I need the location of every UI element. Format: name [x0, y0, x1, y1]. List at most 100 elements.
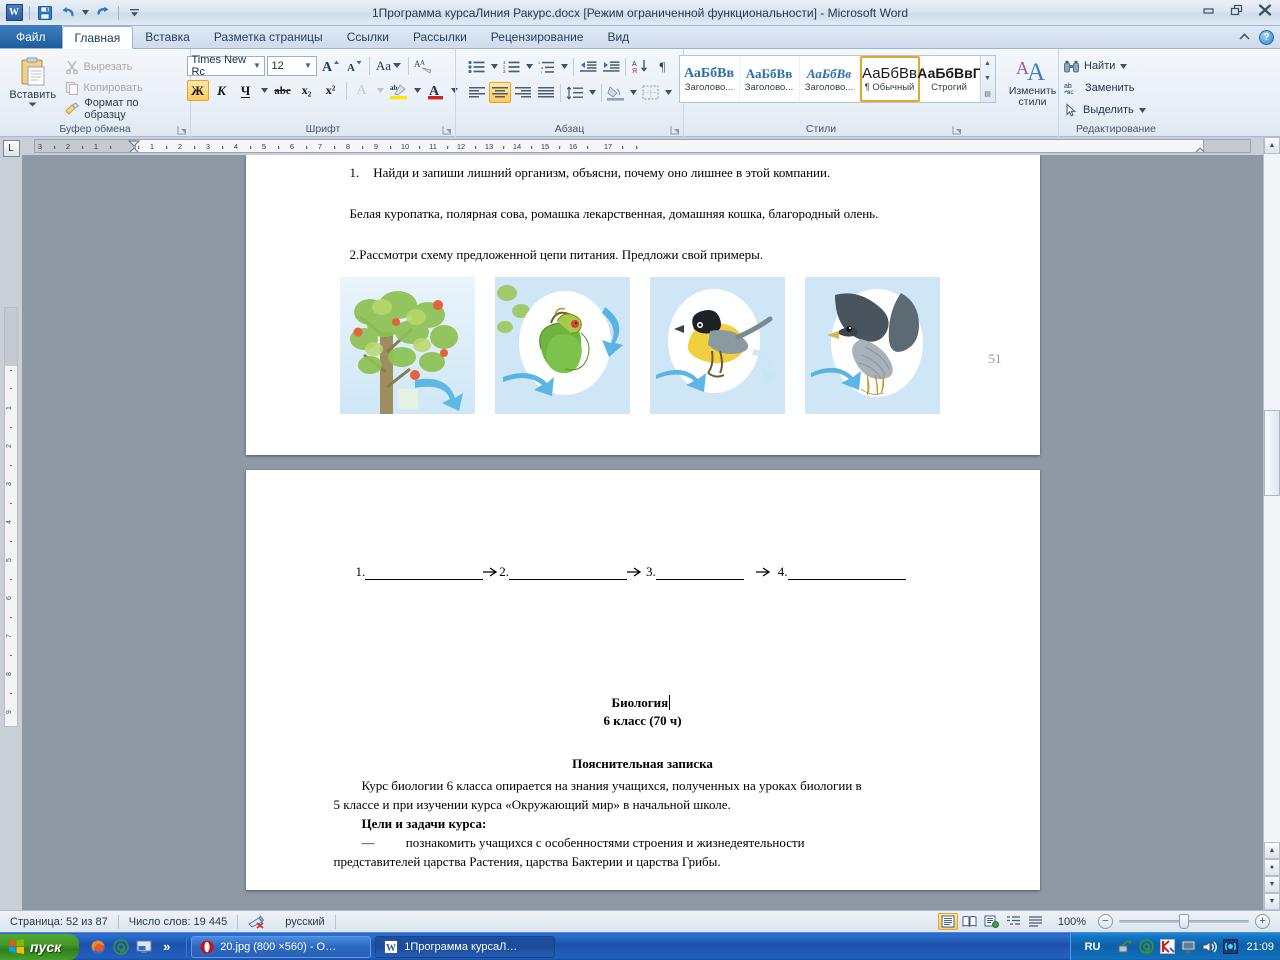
italic-button[interactable]: К — [211, 80, 233, 101]
format-painter-button[interactable]: Формат по образцу — [62, 97, 185, 121]
decrease-indent-button[interactable] — [577, 56, 599, 77]
bullets-button[interactable] — [466, 56, 488, 77]
underline-button[interactable]: Ч — [235, 80, 257, 101]
word-count[interactable]: Число слов: 19 445 — [119, 911, 237, 933]
chain-blank-2-line[interactable] — [509, 566, 627, 580]
print-layout-view-button[interactable] — [937, 913, 958, 930]
highlight-button[interactable]: ab — [388, 80, 410, 101]
kaspersky-icon[interactable] — [1159, 939, 1175, 955]
cut-button[interactable]: Вырезать — [62, 58, 185, 76]
more-chevron-icon[interactable]: » — [158, 938, 175, 955]
style-item-normal[interactable]: АаБбВв ¶ Обычный — [859, 56, 920, 102]
falcon-image[interactable] — [804, 277, 940, 414]
paste-button[interactable]: Вставить — [5, 54, 60, 118]
scrollbar-thumb[interactable] — [1264, 410, 1280, 496]
styles-gallery-scroll[interactable]: ▲ ▼ ▤ — [979, 56, 995, 102]
browse-previous-button[interactable]: ▲ — [1264, 842, 1280, 859]
bold-button[interactable]: Ж — [186, 80, 209, 101]
help-icon[interactable]: ? — [1259, 30, 1274, 45]
chain-blank-4-line[interactable] — [787, 566, 906, 580]
clipboard-dialog-launcher-icon[interactable] — [177, 125, 188, 136]
tab-stop-selector[interactable]: L — [2, 140, 20, 157]
styles-more-icon[interactable]: ▤ — [981, 87, 995, 102]
numbering-button[interactable]: 1 2 3 — [501, 56, 523, 77]
line-spacing-dropdown-icon[interactable] — [587, 82, 598, 103]
language-indicator[interactable]: русский — [275, 911, 334, 933]
chain-blank-3-line[interactable] — [655, 566, 744, 580]
tab-page-layout[interactable]: Разметка страницы — [202, 26, 335, 48]
collapse-ribbon-icon[interactable] — [1238, 32, 1251, 44]
align-right-button[interactable] — [512, 82, 534, 103]
font-dialog-launcher-icon[interactable] — [442, 125, 453, 136]
right-indent-marker[interactable] — [1192, 144, 1212, 153]
undo-dropdown-icon[interactable] — [81, 3, 90, 23]
draft-view-button[interactable] — [1026, 913, 1046, 930]
wifi-icon[interactable] — [1222, 939, 1238, 955]
zoom-slider-handle[interactable] — [1179, 914, 1189, 929]
tab-home[interactable]: Главная — [61, 26, 134, 49]
font-name-combo[interactable]: Times New Rc ▼ — [186, 54, 265, 78]
minimize-button[interactable] — [1198, 2, 1220, 18]
shading-button[interactable] — [605, 82, 627, 103]
underline-dropdown-icon[interactable] — [259, 80, 270, 101]
zoom-level[interactable]: 100% — [1052, 911, 1092, 933]
tab-file[interactable]: Файл — [0, 25, 62, 48]
strikethrough-button[interactable]: abc — [272, 80, 294, 101]
styles-scroll-up-icon[interactable]: ▲ — [981, 56, 995, 71]
redo-icon[interactable] — [93, 3, 113, 23]
shrink-font-button[interactable]: A — [343, 55, 365, 76]
tab-view[interactable]: Вид — [595, 26, 641, 48]
style-item-heading1[interactable]: АаБбВв Заголово... — [680, 56, 740, 102]
taskbar-item-opera[interactable]: 20.jpg (800 ×560) - O… — [191, 935, 372, 958]
line-spacing-button[interactable] — [564, 82, 586, 103]
zoom-slider[interactable] — [1119, 914, 1249, 929]
find-button[interactable]: Найти — [1064, 56, 1128, 76]
style-item-strong[interactable]: АаБбВвГ Строгий — [917, 56, 981, 102]
shading-dropdown-icon[interactable] — [628, 82, 639, 103]
zoom-in-button[interactable]: + — [1255, 914, 1270, 929]
browse-next-button[interactable]: ▼ — [1264, 876, 1280, 893]
scrollbar-track[interactable] — [1264, 154, 1280, 842]
tab-review[interactable]: Рецензирование — [479, 26, 596, 48]
start-button[interactable]: пуск — [0, 933, 80, 960]
horizontal-ruler[interactable]: 321 123 456 789 10 11 12 13 14 15 16 17 — [34, 139, 1251, 153]
change-case-button[interactable]: Aa — [374, 55, 404, 76]
text-effects-dropdown-icon[interactable] — [375, 80, 386, 101]
outline-view-button[interactable] — [1004, 913, 1024, 930]
justify-button[interactable] — [535, 82, 557, 103]
align-center-button[interactable] — [488, 82, 511, 103]
show-desktop-icon[interactable] — [135, 938, 152, 955]
styles-scroll-down-icon[interactable]: ▼ — [981, 71, 995, 86]
styles-dialog-launcher-icon[interactable] — [952, 125, 963, 136]
numbering-dropdown-icon[interactable] — [524, 56, 535, 77]
language-bar[interactable]: RU — [1079, 940, 1107, 954]
font-color-button[interactable]: A — [425, 80, 447, 101]
tab-mailings[interactable]: Рассылки — [401, 26, 479, 48]
scroll-down-button[interactable]: ▼ — [1264, 893, 1280, 910]
text-effects-button[interactable]: A — [351, 80, 373, 101]
bullets-dropdown-icon[interactable] — [489, 56, 500, 77]
align-left-button[interactable] — [466, 82, 488, 103]
opera-mail-tray-icon[interactable] — [1138, 939, 1154, 955]
font-size-combo[interactable]: 12 ▼ — [266, 55, 317, 76]
increase-indent-button[interactable] — [600, 56, 622, 77]
proofing-status[interactable] — [238, 911, 275, 933]
clear-formatting-button[interactable]: A A — [413, 55, 435, 76]
volume-icon[interactable] — [1201, 939, 1217, 955]
superscript-button[interactable]: x² — [320, 80, 342, 101]
apple-tree-image[interactable] — [339, 277, 475, 414]
document-canvas[interactable]: 1. Найди и запиши лишний организм, объяс… — [22, 155, 1263, 910]
web-layout-view-button[interactable] — [982, 913, 1002, 930]
tab-references[interactable]: Ссылки — [335, 26, 401, 48]
zoom-out-button[interactable]: − — [1098, 914, 1113, 929]
subscript-button[interactable]: x₂ — [296, 80, 318, 101]
show-formatting-marks-button[interactable]: ¶ — [652, 56, 674, 77]
copy-button[interactable]: Копировать — [62, 79, 185, 97]
multilevel-list-button[interactable]: 1 a i — [536, 56, 558, 77]
hanging-indent-marker[interactable] — [126, 144, 146, 153]
taskbar-item-word[interactable]: W 1Программа курсаЛ… — [375, 935, 556, 958]
save-icon[interactable] — [35, 3, 55, 23]
style-item-heading3[interactable]: АаБбВв Заголово... — [800, 56, 860, 102]
taskbar-clock[interactable]: 21:09 — [1243, 941, 1274, 953]
grow-font-button[interactable]: A — [319, 55, 341, 76]
